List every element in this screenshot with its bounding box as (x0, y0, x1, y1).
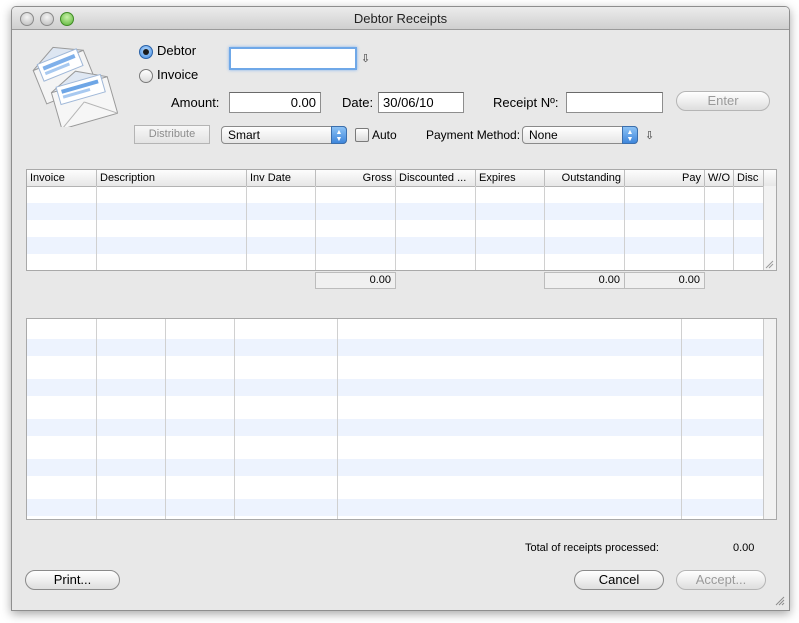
column-divider (315, 186, 316, 270)
column-header-description[interactable]: Description (97, 170, 247, 186)
enter-button[interactable]: Enter (676, 91, 770, 111)
invoice-radio[interactable] (139, 69, 153, 83)
accept-button[interactable]: Accept... (676, 570, 766, 590)
column-header-expires[interactable]: Expires (476, 170, 545, 186)
table-row (27, 459, 763, 476)
receipt-number-input[interactable] (566, 92, 663, 113)
column-header-discounted[interactable]: Discounted ... (396, 170, 476, 186)
popup-arrows-icon: ▲ ▼ (331, 126, 347, 144)
payment-method-label: Payment Method: (426, 128, 521, 142)
debtor-receipts-window: Debtor Receipts Debtor Invoice ⇩ Amount:… (11, 6, 790, 611)
payment-method-lookup-arrow-icon[interactable]: ⇩ (645, 129, 654, 142)
amount-input[interactable]: 0.00 (229, 92, 321, 113)
column-divider (96, 319, 97, 519)
date-label: Date: (342, 95, 374, 110)
debtor-lookup-arrow-icon[interactable]: ⇩ (361, 52, 370, 65)
invoice-table[interactable]: Invoice Description Inv Date Gross Disco… (26, 169, 777, 271)
column-divider (96, 186, 97, 270)
date-input[interactable]: 30/06/10 (378, 92, 464, 113)
distribution-method-value: Smart (228, 128, 261, 142)
window-title: Debtor Receipts (353, 11, 448, 26)
column-divider (475, 186, 476, 270)
popup-arrows-icon: ▲ ▼ (622, 126, 638, 144)
receipt-number-label: Receipt Nº: (493, 95, 559, 110)
column-divider (544, 186, 545, 270)
column-divider (234, 319, 235, 519)
outstanding-total: 0.00 (544, 272, 625, 289)
invoice-radio-label[interactable]: Invoice (157, 67, 198, 82)
column-header-inv-date[interactable]: Inv Date (247, 170, 316, 186)
invoice-table-scrollbar[interactable] (763, 186, 776, 270)
receipts-table-scrollbar[interactable] (763, 319, 776, 519)
invoice-table-header: Invoice Description Inv Date Gross Disco… (27, 170, 776, 187)
debtor-radio[interactable] (139, 45, 153, 59)
amount-label: Amount: (171, 95, 220, 110)
column-divider (395, 186, 396, 270)
gross-total: 0.00 (315, 272, 396, 289)
distribution-method-popup[interactable]: Smart ▲ ▼ (221, 126, 347, 144)
column-header-disc[interactable]: Disc (734, 170, 764, 186)
column-divider (624, 186, 625, 270)
column-divider (704, 186, 705, 270)
payment-method-popup[interactable]: None ▲ ▼ (522, 126, 638, 144)
debtor-input[interactable] (229, 47, 357, 70)
column-header-gross[interactable]: Gross (316, 170, 396, 186)
column-header-pay[interactable]: Pay (625, 170, 705, 186)
column-divider (246, 186, 247, 270)
receipts-table[interactable] (26, 318, 777, 520)
cancel-button[interactable]: Cancel (574, 570, 664, 590)
column-header-outstanding[interactable]: Outstanding (545, 170, 625, 186)
column-divider (733, 186, 734, 270)
total-receipts-label: Total of receipts processed: (525, 542, 659, 554)
distribute-button[interactable]: Distribute (134, 125, 210, 144)
window-resize-grip-icon[interactable] (775, 596, 785, 606)
print-button[interactable]: Print... (25, 570, 120, 590)
auto-checkbox-label[interactable]: Auto (372, 128, 397, 142)
resize-grip-icon[interactable] (764, 259, 774, 269)
column-divider (165, 319, 166, 519)
total-receipts-value: 0.00 (733, 542, 755, 554)
table-row (27, 499, 763, 516)
column-header-write-off[interactable]: W/O (705, 170, 734, 186)
envelopes-icon (32, 46, 118, 127)
table-row (27, 419, 763, 436)
title-bar[interactable]: Debtor Receipts (12, 7, 789, 30)
table-row (27, 379, 763, 396)
column-divider (337, 319, 338, 519)
column-header-invoice[interactable]: Invoice (27, 170, 97, 186)
debtor-radio-label[interactable]: Debtor (157, 43, 196, 58)
table-row (27, 339, 763, 356)
column-divider (681, 319, 682, 519)
auto-checkbox[interactable] (355, 128, 369, 142)
payment-method-value: None (529, 128, 558, 142)
pay-total: 0.00 (624, 272, 705, 289)
